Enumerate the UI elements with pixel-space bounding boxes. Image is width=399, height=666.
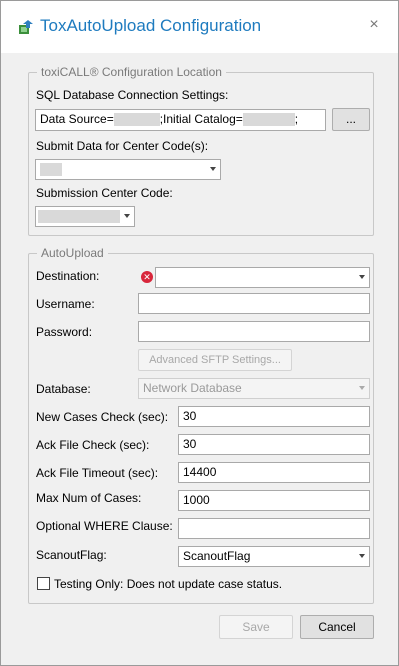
app-upload-icon bbox=[19, 20, 33, 34]
ack-check-label: Ack File Check (sec): bbox=[36, 438, 150, 452]
redacted-datasource bbox=[113, 113, 160, 127]
save-button[interactable]: Save bbox=[219, 615, 293, 639]
max-cases-label: Max Num of Cases: bbox=[36, 491, 142, 505]
connection-string-prefix: Data Source= bbox=[40, 112, 114, 126]
submission-center-select[interactable] bbox=[35, 206, 135, 227]
advanced-sftp-button[interactable]: Advanced SFTP Settings... bbox=[138, 349, 292, 371]
scanout-select[interactable]: ScanoutFlag bbox=[178, 546, 370, 567]
connection-string-field[interactable]: Data Source= ;Initial Catalog=; bbox=[35, 109, 326, 131]
database-select[interactable]: Network Database bbox=[138, 378, 370, 399]
config-location-legend: toxiCALL® Configuration Location bbox=[37, 65, 226, 79]
ack-timeout-input[interactable]: 14400 bbox=[178, 462, 370, 483]
scanout-value: ScanoutFlag bbox=[183, 549, 251, 563]
where-clause-input[interactable] bbox=[178, 518, 370, 539]
testing-only-checkbox[interactable] bbox=[37, 577, 50, 590]
redacted-center-codes bbox=[40, 163, 62, 177]
redacted-catalog bbox=[242, 113, 295, 127]
destination-label: Destination: bbox=[36, 269, 100, 283]
cancel-button[interactable]: Cancel bbox=[300, 615, 374, 639]
destination-select[interactable] bbox=[155, 267, 370, 288]
chevron-down-icon bbox=[359, 386, 365, 390]
testing-only-label[interactable]: Testing Only: Does not update case statu… bbox=[54, 577, 282, 591]
new-cases-label: New Cases Check (sec): bbox=[36, 410, 169, 424]
submit-center-select[interactable] bbox=[35, 159, 221, 180]
chevron-down-icon bbox=[210, 167, 216, 171]
new-cases-input[interactable]: 30 bbox=[178, 406, 370, 427]
autoupload-legend: AutoUpload bbox=[37, 246, 108, 260]
connection-string-suffix: ; bbox=[294, 112, 299, 126]
username-label: Username: bbox=[36, 297, 95, 311]
connection-string-catalog: ;Initial Catalog= bbox=[159, 112, 243, 126]
chevron-down-icon bbox=[124, 214, 130, 218]
error-icon: ✕ bbox=[141, 271, 153, 283]
config-dialog: ToxAutoUpload Configuration × toxiCALL® … bbox=[0, 0, 399, 666]
ack-timeout-label: Ack File Timeout (sec): bbox=[36, 466, 159, 480]
where-clause-label: Optional WHERE Clause: bbox=[36, 519, 173, 533]
database-value: Network Database bbox=[143, 381, 242, 395]
close-icon[interactable]: × bbox=[364, 15, 384, 35]
password-input[interactable] bbox=[138, 321, 370, 342]
database-label: Database: bbox=[36, 382, 91, 396]
sql-settings-label: SQL Database Connection Settings: bbox=[36, 88, 229, 102]
chevron-down-icon bbox=[359, 275, 365, 279]
username-input[interactable] bbox=[138, 293, 370, 314]
title-bar: ToxAutoUpload Configuration × bbox=[1, 1, 398, 53]
redacted-submission-code bbox=[38, 210, 120, 224]
submission-center-label: Submission Center Code: bbox=[36, 186, 173, 200]
ack-check-input[interactable]: 30 bbox=[178, 434, 370, 455]
browse-connection-button[interactable]: ... bbox=[332, 108, 370, 131]
submit-center-label: Submit Data for Center Code(s): bbox=[36, 139, 209, 153]
max-cases-input[interactable]: 1000 bbox=[178, 490, 370, 511]
password-label: Password: bbox=[36, 325, 93, 339]
scanout-label: ScanoutFlag: bbox=[36, 548, 107, 562]
window-title: ToxAutoUpload Configuration bbox=[40, 16, 262, 35]
chevron-down-icon bbox=[359, 554, 365, 558]
